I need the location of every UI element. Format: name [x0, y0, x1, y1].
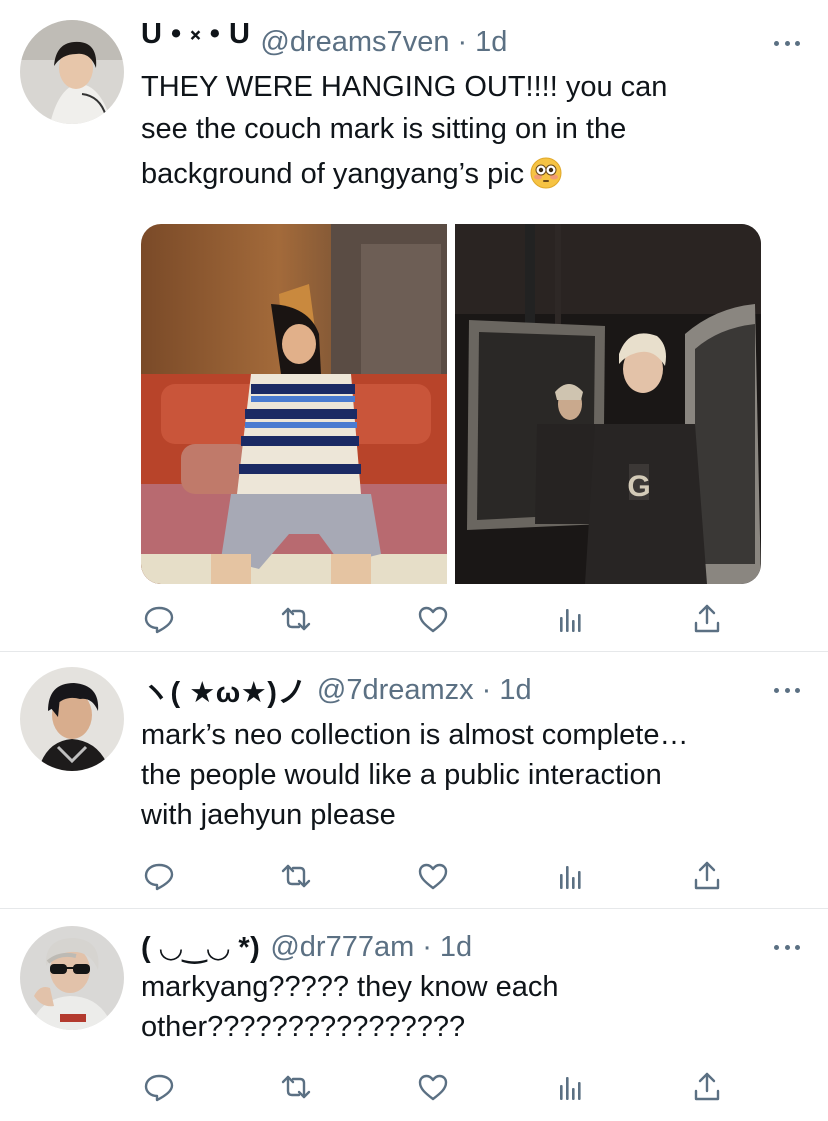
tweet-header: U • ༝ • U @dreams7ven · 1d — [141, 18, 798, 62]
tweet-header: ヽ( ★ω★)ノ @7dreamzx · 1d — [141, 670, 798, 710]
like-icon[interactable] — [415, 1069, 451, 1105]
photo-by-mirror[interactable]: G — [455, 224, 761, 584]
timestamp[interactable]: 1d — [499, 674, 531, 707]
tweet-text-line: the people would like a public interacti… — [141, 759, 662, 791]
retweet-icon[interactable] — [278, 858, 314, 894]
svg-text:G: G — [627, 470, 650, 503]
share-icon[interactable] — [689, 858, 725, 894]
tweet-text-line: markyang????? they know each — [141, 971, 559, 1003]
user-handle[interactable]: @dr777am — [270, 931, 414, 964]
avatar[interactable] — [20, 926, 124, 1030]
retweet-icon[interactable] — [278, 1069, 314, 1105]
timestamp[interactable]: 1d — [475, 26, 507, 59]
tweet-text-line: background of yangyang’s pic — [141, 151, 788, 197]
tweet-text-line: see the couch mark is sitting on in the — [141, 113, 627, 145]
share-icon[interactable] — [689, 1069, 725, 1105]
analytics-icon[interactable] — [552, 1069, 588, 1105]
display-name[interactable]: ヽ( ★ω★)ノ — [141, 669, 307, 711]
like-icon[interactable] — [415, 601, 451, 637]
reply-icon[interactable] — [141, 601, 177, 637]
tweet-3[interactable]: ( ◡‿◡ *) @dr777am · 1d markyang????? the… — [0, 909, 828, 1121]
reply-icon[interactable] — [141, 858, 177, 894]
tweet-text: THEY WERE HANGING OUT!!!! you can see th… — [141, 67, 788, 197]
tweet-2[interactable]: ヽ( ★ω★)ノ @7dreamzx · 1d mark’s neo colle… — [0, 652, 828, 909]
share-icon[interactable] — [689, 601, 725, 637]
tweet-1[interactable]: U • ༝ • U @dreams7ven · 1d THEY WERE HAN… — [0, 0, 828, 652]
tweet-actions — [141, 601, 731, 641]
tweet-header: ( ◡‿◡ *) @dr777am · 1d — [141, 927, 798, 967]
display-name[interactable]: ( ◡‿◡ *) — [141, 930, 260, 965]
more-options-icon[interactable] — [774, 38, 800, 48]
photo-on-couch[interactable] — [141, 224, 447, 584]
tweet-text: markyang????? they know each other??????… — [141, 967, 788, 1047]
media-grid: G — [141, 224, 761, 584]
like-icon[interactable] — [415, 858, 451, 894]
timestamp[interactable]: 1d — [440, 931, 472, 964]
avatar[interactable] — [20, 20, 124, 124]
tweet-actions — [141, 858, 731, 898]
user-handle[interactable]: @dreams7ven — [260, 26, 449, 59]
tweet-text-line: other???????????????? — [141, 1011, 466, 1043]
tweet-text-line: with jaehyun please — [141, 799, 396, 831]
tweet-text-line: mark’s neo collection is almost complete… — [141, 719, 689, 751]
reply-icon[interactable] — [141, 1069, 177, 1105]
more-options-icon[interactable] — [774, 942, 800, 952]
separator: · — [422, 930, 432, 963]
retweet-icon[interactable] — [278, 601, 314, 637]
analytics-icon[interactable] — [552, 858, 588, 894]
flushed-face-emoji — [530, 157, 562, 189]
tweet-actions — [141, 1069, 731, 1109]
user-handle[interactable]: @7dreamzx — [317, 674, 474, 707]
tweet-text-line: THEY WERE HANGING OUT!!!! you can — [141, 71, 668, 103]
separator: · — [481, 673, 492, 706]
more-options-icon[interactable] — [774, 685, 800, 695]
tweet-text: mark’s neo collection is almost complete… — [141, 715, 788, 835]
separator: · — [457, 25, 468, 58]
analytics-icon[interactable] — [552, 601, 588, 637]
avatar[interactable] — [20, 667, 124, 771]
